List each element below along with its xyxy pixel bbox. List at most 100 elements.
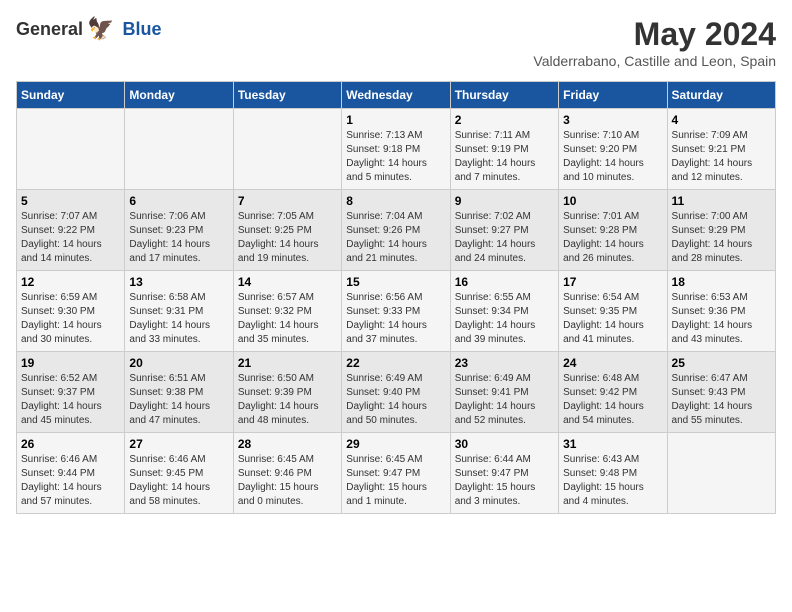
header-tuesday: Tuesday: [233, 82, 341, 109]
table-row: 26 Sunrise: 6:46 AM Sunset: 9:44 PM Dayli…: [17, 433, 125, 514]
header-monday: Monday: [125, 82, 233, 109]
table-row: 17 Sunrise: 6:54 AM Sunset: 9:35 PM Dayli…: [559, 271, 667, 352]
day-number: 21: [238, 356, 337, 370]
day-info: Sunrise: 6:58 AM Sunset: 9:31 PM Dayligh…: [129, 291, 228, 347]
day-info: Sunrise: 6:50 AM Sunset: 9:39 PM Dayligh…: [238, 372, 337, 428]
day-number: 8: [346, 194, 445, 208]
day-number: 4: [672, 113, 771, 127]
day-info: Sunrise: 6:47 AM Sunset: 9:43 PM Dayligh…: [672, 372, 771, 428]
table-row: 30 Sunrise: 6:44 AM Sunset: 9:47 PM Dayli…: [450, 433, 558, 514]
day-number: 17: [563, 275, 662, 289]
day-info: Sunrise: 6:49 AM Sunset: 9:41 PM Dayligh…: [455, 372, 554, 428]
table-row: 16Sunrise: 6:55 AM Sunset: 9:34 PM Dayli…: [450, 271, 558, 352]
day-info: Sunrise: 6:53 AM Sunset: 9:36 PM Dayligh…: [672, 291, 771, 347]
table-row: 9 Sunrise: 7:02 AM Sunset: 9:27 PM Daylig…: [450, 190, 558, 271]
day-info: Sunrise: 6:57 AM Sunset: 9:32 PM Dayligh…: [238, 291, 337, 347]
table-row: 21 Sunrise: 6:50 AM Sunset: 9:39 PM Dayli…: [233, 352, 341, 433]
day-number: 27: [129, 437, 228, 451]
table-row: 2Sunrise: 7:11 AM Sunset: 9:19 PM Daylig…: [450, 109, 558, 190]
table-row: 5 Sunrise: 7:07 AM Sunset: 9:22 PM Daylig…: [17, 190, 125, 271]
day-number: 25: [672, 356, 771, 370]
table-row: 29 Sunrise: 6:45 AM Sunset: 9:47 PM Dayli…: [342, 433, 450, 514]
day-number: 5: [21, 194, 120, 208]
table-row: 4 Sunrise: 7:09 AM Sunset: 9:21 PM Daylig…: [667, 109, 775, 190]
day-info: Sunrise: 7:00 AM Sunset: 9:29 PM Dayligh…: [672, 210, 771, 266]
day-info: Sunrise: 7:09 AM Sunset: 9:21 PM Dayligh…: [672, 129, 771, 185]
table-row: 12Sunrise: 6:59 AM Sunset: 9:30 PM Dayli…: [17, 271, 125, 352]
day-info: Sunrise: 6:46 AM Sunset: 9:45 PM Dayligh…: [129, 453, 228, 509]
day-info: Sunrise: 6:49 AM Sunset: 9:40 PM Dayligh…: [346, 372, 445, 428]
day-number: 29: [346, 437, 445, 451]
table-row: 1 Sunrise: 7:13 AM Sunset: 9:18 PM Daylig…: [342, 109, 450, 190]
day-info: Sunrise: 7:13 AM Sunset: 9:18 PM Dayligh…: [346, 129, 445, 185]
table-row: [17, 109, 125, 190]
day-info: Sunrise: 6:56 AM Sunset: 9:33 PM Dayligh…: [346, 291, 445, 347]
table-row: 27 Sunrise: 6:46 AM Sunset: 9:45 PM Dayli…: [125, 433, 233, 514]
day-number: 22: [346, 356, 445, 370]
title-area: May 2024 Valderrabano, Castille and Leon…: [533, 16, 776, 69]
day-number: 30: [455, 437, 554, 451]
header-sunday: Sunday: [17, 82, 125, 109]
day-number: 1: [346, 113, 445, 127]
calendar-week-row: 26 Sunrise: 6:46 AM Sunset: 9:44 PM Dayli…: [17, 433, 776, 514]
day-number: 10: [563, 194, 662, 208]
day-number: 18: [672, 275, 771, 289]
logo: General 🦅 Blue: [16, 16, 161, 42]
day-info: Sunrise: 6:55 AM Sunset: 9:34 PM Dayligh…: [455, 291, 554, 347]
table-row: 11 Sunrise: 7:00 AM Sunset: 9:29 PM Dayli…: [667, 190, 775, 271]
day-info: Sunrise: 7:05 AM Sunset: 9:25 PM Dayligh…: [238, 210, 337, 266]
table-row: 10 Sunrise: 7:01 AM Sunset: 9:28 PM Dayli…: [559, 190, 667, 271]
logo-bird-icon: 🦅: [87, 16, 114, 42]
day-number: 15: [346, 275, 445, 289]
day-number: 24: [563, 356, 662, 370]
table-row: 23 Sunrise: 6:49 AM Sunset: 9:41 PM Dayli…: [450, 352, 558, 433]
day-number: 13: [129, 275, 228, 289]
page-subtitle: Valderrabano, Castille and Leon, Spain: [533, 53, 776, 69]
day-number: 9: [455, 194, 554, 208]
table-row: [667, 433, 775, 514]
table-row: 28Sunrise: 6:45 AM Sunset: 9:46 PM Dayli…: [233, 433, 341, 514]
day-number: 14: [238, 275, 337, 289]
day-number: 2: [455, 113, 554, 127]
day-info: Sunrise: 7:04 AM Sunset: 9:26 PM Dayligh…: [346, 210, 445, 266]
table-row: 6Sunrise: 7:06 AM Sunset: 9:23 PM Daylig…: [125, 190, 233, 271]
day-info: Sunrise: 6:43 AM Sunset: 9:48 PM Dayligh…: [563, 453, 662, 509]
day-number: 28: [238, 437, 337, 451]
day-info: Sunrise: 7:10 AM Sunset: 9:20 PM Dayligh…: [563, 129, 662, 185]
day-info: Sunrise: 7:01 AM Sunset: 9:28 PM Dayligh…: [563, 210, 662, 266]
day-info: Sunrise: 6:54 AM Sunset: 9:35 PM Dayligh…: [563, 291, 662, 347]
page-header: General 🦅 Blue May 2024 Valderrabano, Ca…: [16, 16, 776, 69]
day-info: Sunrise: 6:45 AM Sunset: 9:47 PM Dayligh…: [346, 453, 445, 509]
table-row: 8 Sunrise: 7:04 AM Sunset: 9:26 PM Daylig…: [342, 190, 450, 271]
table-row: 24Sunrise: 6:48 AM Sunset: 9:42 PM Dayli…: [559, 352, 667, 433]
calendar-week-row: 19Sunrise: 6:52 AM Sunset: 9:37 PM Dayli…: [17, 352, 776, 433]
day-number: 11: [672, 194, 771, 208]
table-row: 25 Sunrise: 6:47 AM Sunset: 9:43 PM Dayli…: [667, 352, 775, 433]
day-info: Sunrise: 6:46 AM Sunset: 9:44 PM Dayligh…: [21, 453, 120, 509]
table-row: 14 Sunrise: 6:57 AM Sunset: 9:32 PM Dayli…: [233, 271, 341, 352]
day-number: 3: [563, 113, 662, 127]
header-thursday: Thursday: [450, 82, 558, 109]
calendar-table: Sunday Monday Tuesday Wednesday Thursday…: [16, 81, 776, 514]
table-row: [125, 109, 233, 190]
day-number: 31: [563, 437, 662, 451]
logo-general: General: [16, 19, 83, 40]
table-row: 3 Sunrise: 7:10 AM Sunset: 9:20 PM Daylig…: [559, 109, 667, 190]
table-row: 31 Sunrise: 6:43 AM Sunset: 9:48 PM Dayli…: [559, 433, 667, 514]
header-saturday: Saturday: [667, 82, 775, 109]
day-info: Sunrise: 6:44 AM Sunset: 9:47 PM Dayligh…: [455, 453, 554, 509]
day-info: Sunrise: 7:07 AM Sunset: 9:22 PM Dayligh…: [21, 210, 120, 266]
table-row: 20Sunrise: 6:51 AM Sunset: 9:38 PM Dayli…: [125, 352, 233, 433]
table-row: 22 Sunrise: 6:49 AM Sunset: 9:40 PM Dayli…: [342, 352, 450, 433]
table-row: 18 Sunrise: 6:53 AM Sunset: 9:36 PM Dayli…: [667, 271, 775, 352]
calendar-week-row: 1 Sunrise: 7:13 AM Sunset: 9:18 PM Daylig…: [17, 109, 776, 190]
page-title: May 2024: [533, 16, 776, 53]
day-number: 6: [129, 194, 228, 208]
table-row: [233, 109, 341, 190]
day-number: 26: [21, 437, 120, 451]
day-info: Sunrise: 7:02 AM Sunset: 9:27 PM Dayligh…: [455, 210, 554, 266]
day-number: 23: [455, 356, 554, 370]
calendar-week-row: 12Sunrise: 6:59 AM Sunset: 9:30 PM Dayli…: [17, 271, 776, 352]
table-row: 13 Sunrise: 6:58 AM Sunset: 9:31 PM Dayli…: [125, 271, 233, 352]
table-row: 19Sunrise: 6:52 AM Sunset: 9:37 PM Dayli…: [17, 352, 125, 433]
